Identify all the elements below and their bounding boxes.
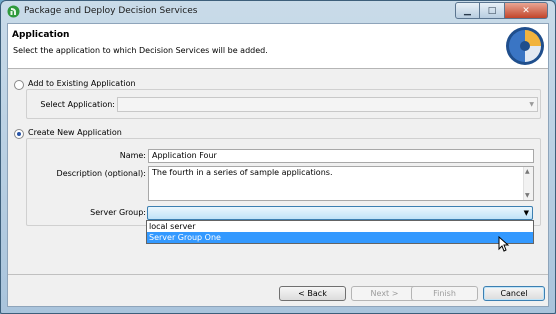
scroll-down-icon[interactable]: ▼ xyxy=(525,192,530,199)
maximize-icon: □ xyxy=(487,5,497,16)
description-textarea[interactable]: The fourth in a series of sample applica… xyxy=(148,166,534,201)
name-input[interactable]: Application Four xyxy=(148,149,534,163)
decision-services-logo-icon xyxy=(506,27,544,65)
next-button[interactable]: Next > xyxy=(351,286,418,301)
new-application-radio[interactable] xyxy=(14,129,24,139)
existing-application-radio[interactable] xyxy=(14,80,24,90)
minimize-icon: ▁ xyxy=(464,5,471,16)
wizard-header: Application Select the application to wh… xyxy=(8,24,548,69)
chevron-down-icon: ▼ xyxy=(523,209,529,217)
footer-separator xyxy=(8,274,548,275)
dialog-window: Package and Deploy Decision Services ▁ □… xyxy=(0,0,556,314)
new-application-radio-label: Create New Application xyxy=(28,128,122,137)
name-input-value: Application Four xyxy=(152,151,217,160)
title-bar[interactable]: Package and Deploy Decision Services ▁ □… xyxy=(1,1,555,23)
server-group-options-list: local server Server Group One xyxy=(146,220,534,244)
minimize-button[interactable]: ▁ xyxy=(455,2,480,19)
back-button-label: < Back xyxy=(298,289,327,298)
close-button[interactable]: ✕ xyxy=(505,2,548,19)
server-group-dropdown[interactable]: ▼ xyxy=(147,206,533,220)
maximize-button[interactable]: □ xyxy=(480,2,505,19)
finish-button[interactable]: Finish xyxy=(411,286,478,301)
scroll-up-icon[interactable]: ▲ xyxy=(525,168,530,175)
next-button-label: Next > xyxy=(370,289,399,298)
chevron-down-icon: ▼ xyxy=(529,101,534,108)
server-group-option-server-group-one[interactable]: Server Group One xyxy=(147,232,533,243)
dialog-client-area: Application Select the application to wh… xyxy=(7,23,549,307)
description-label: Description (optional): xyxy=(56,169,146,178)
existing-application-group: Select Application: ▼ xyxy=(26,89,541,119)
description-scrollbar[interactable]: ▲ ▼ xyxy=(523,167,533,200)
page-description: Select the application to which Decision… xyxy=(13,46,268,55)
window-controls: ▁ □ ✕ xyxy=(455,2,548,19)
select-application-label: Select Application: xyxy=(40,100,115,109)
existing-application-radio-label: Add to Existing Application xyxy=(28,79,136,88)
cancel-button[interactable]: Cancel xyxy=(483,286,545,301)
description-textarea-value: The fourth in a series of sample applica… xyxy=(152,168,333,177)
app-icon xyxy=(7,5,20,18)
server-group-option-local-server[interactable]: local server xyxy=(147,221,533,232)
new-application-group: Name: Application Four Description (opti… xyxy=(26,138,541,226)
name-label: Name: xyxy=(119,151,146,160)
close-icon: ✕ xyxy=(522,5,530,16)
finish-button-label: Finish xyxy=(433,289,456,298)
page-title: Application xyxy=(12,30,70,40)
cancel-button-label: Cancel xyxy=(500,289,528,298)
back-button[interactable]: < Back xyxy=(279,286,346,301)
mouse-pointer-icon xyxy=(498,236,510,252)
window-title: Package and Deploy Decision Services xyxy=(24,6,198,16)
server-group-label: Server Group: xyxy=(90,208,146,217)
select-application-dropdown[interactable]: ▼ xyxy=(117,97,538,112)
